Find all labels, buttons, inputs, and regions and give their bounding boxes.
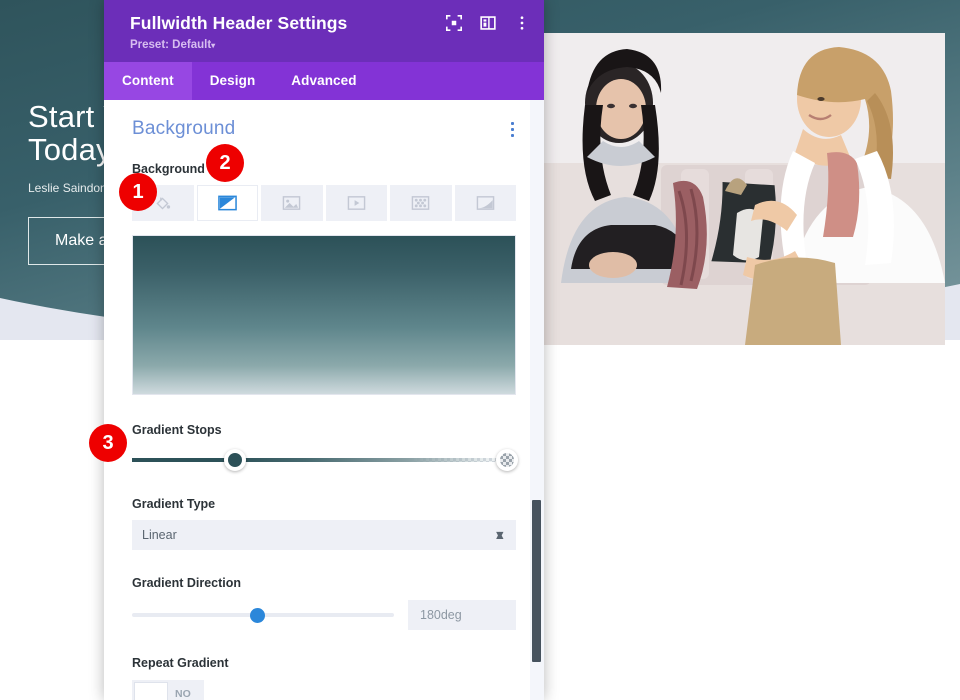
gradient-stops-slider[interactable] bbox=[132, 449, 518, 471]
section-title: Background bbox=[132, 118, 236, 139]
background-pattern-tab[interactable] bbox=[390, 185, 452, 221]
more-vertical-icon[interactable] bbox=[513, 14, 531, 32]
gradient-stops-label: Gradient Stops bbox=[132, 423, 222, 437]
badge-3: 3 bbox=[89, 424, 127, 462]
background-field-label: Background bbox=[132, 162, 205, 176]
paint-bucket-icon bbox=[156, 196, 171, 210]
modal-tabs: Content Design Advanced bbox=[104, 62, 544, 100]
gradient-stop-handle-2[interactable] bbox=[496, 449, 518, 471]
gradient-direction-input[interactable]: 180deg bbox=[408, 600, 516, 630]
badge-2: 2 bbox=[206, 144, 244, 182]
repeat-gradient-field: Repeat Gradient NO bbox=[132, 656, 516, 700]
slider-thumb[interactable] bbox=[249, 608, 265, 623]
tab-content[interactable]: Content bbox=[104, 62, 192, 100]
gradient-direction-label: Gradient Direction bbox=[132, 576, 242, 590]
stops-color-track bbox=[132, 458, 516, 462]
gradient-type-label: Gradient Type bbox=[132, 497, 216, 511]
background-image-tab[interactable] bbox=[261, 185, 323, 221]
repeat-gradient-label: Repeat Gradient bbox=[132, 656, 229, 670]
hero-photo bbox=[541, 33, 945, 345]
gradient-type-field: Gradient Type Linear ▲ ▼ bbox=[132, 497, 516, 550]
background-video-tab[interactable] bbox=[325, 185, 387, 221]
modal-body: Background Background Gradient Stops Gra… bbox=[104, 100, 544, 700]
pattern-icon bbox=[411, 196, 430, 210]
modal-header: Fullwidth Header Settings Preset: Defaul… bbox=[104, 0, 544, 62]
chevron-down-icon: ▾ bbox=[211, 41, 216, 50]
badge-1: 1 bbox=[119, 173, 157, 211]
more-vertical-icon[interactable] bbox=[509, 120, 516, 139]
screenshot-root: Start Your Journey Today. Leslie Saindon… bbox=[0, 0, 960, 700]
mask-icon bbox=[476, 196, 495, 210]
toggle-knob bbox=[134, 682, 168, 700]
gradient-stops-field: Gradient Stops bbox=[132, 423, 518, 471]
tab-advanced[interactable]: Advanced bbox=[273, 62, 374, 100]
preset-label: Preset: Default bbox=[130, 39, 212, 51]
gradient-type-value: Linear bbox=[142, 528, 177, 542]
fullwidth-header-settings-modal: Fullwidth Header Settings Preset: Defaul… bbox=[104, 0, 544, 700]
video-icon bbox=[347, 196, 366, 210]
scrollbar-thumb[interactable] bbox=[532, 500, 541, 662]
modal-header-actions bbox=[445, 14, 531, 32]
settings-scroll-area: Background Background Gradient Stops Gra… bbox=[104, 100, 544, 700]
preset-selector[interactable]: Preset: Default▾ bbox=[130, 39, 528, 51]
focus-target-icon[interactable] bbox=[445, 14, 463, 32]
background-section-header: Background bbox=[132, 118, 516, 140]
gradient-type-select[interactable]: Linear ▲ ▼ bbox=[132, 520, 516, 550]
gradient-icon bbox=[217, 195, 237, 211]
background-gradient-tab[interactable] bbox=[196, 185, 258, 221]
gradient-direction-slider[interactable] bbox=[132, 606, 394, 624]
layout-panel-icon[interactable] bbox=[479, 14, 497, 32]
image-icon bbox=[282, 196, 301, 210]
tab-design[interactable]: Design bbox=[192, 62, 274, 100]
repeat-gradient-toggle[interactable]: NO bbox=[132, 680, 204, 700]
gradient-stop-handle-1[interactable] bbox=[224, 449, 247, 471]
background-type-tabs bbox=[132, 185, 516, 221]
gradient-preview bbox=[132, 235, 516, 395]
background-mask-tab[interactable] bbox=[454, 185, 516, 221]
toggle-state-label: NO bbox=[175, 688, 191, 700]
gradient-direction-field: Gradient Direction 180deg bbox=[132, 576, 516, 630]
